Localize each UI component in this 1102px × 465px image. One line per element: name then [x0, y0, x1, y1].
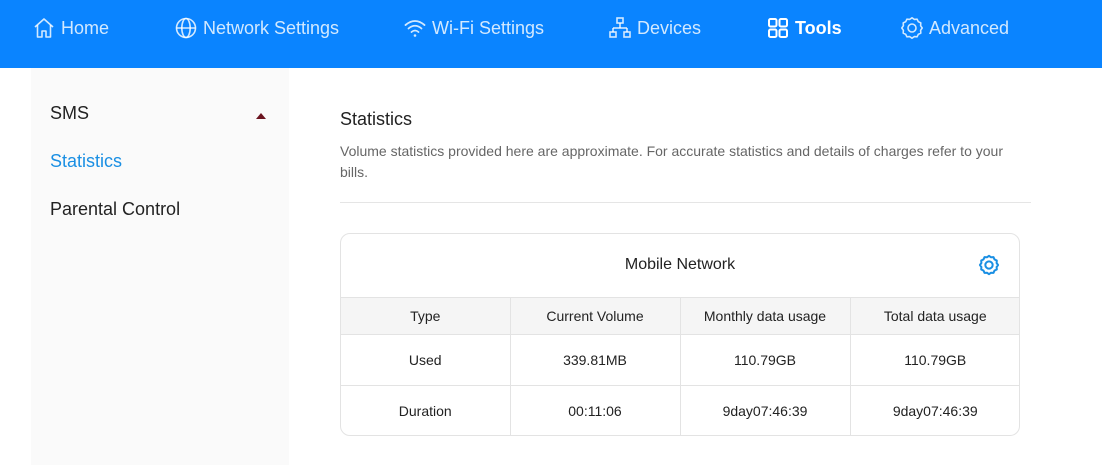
nav-advanced-label: Advanced [929, 17, 1010, 38]
nav-network-settings-label: Network Settings [203, 17, 340, 38]
column-header-type: Type [341, 297, 511, 335]
nav-devices-label: Devices [637, 17, 702, 38]
nav-tools[interactable]: Tools [766, 14, 842, 42]
table-row: Duration 00:11:06 9day07:46:39 9day07:46… [341, 385, 1019, 435]
nav-home[interactable]: Home [32, 14, 109, 42]
tools-icon [768, 18, 788, 38]
page-title: Statistics [340, 109, 413, 129]
sidebar-item-sms[interactable]: SMS [50, 103, 89, 124]
devices-icon [609, 17, 631, 38]
page-description: Volume statistics provided here are appr… [340, 143, 1003, 180]
settings-gear-icon[interactable] [978, 254, 1000, 276]
table-cell: 110.79GB [680, 334, 851, 386]
home-icon [34, 18, 54, 38]
nav-wifi-settings[interactable]: Wi-Fi Settings [403, 14, 544, 42]
table-cell: 00:11:06 [510, 385, 681, 435]
card-title: Mobile Network [624, 256, 736, 273]
column-header-total-usage: Total data usage [883, 308, 987, 324]
table-cell: Used [341, 334, 511, 386]
table-row: Used 339.81MB 110.79GB 110.79GB [341, 334, 1019, 386]
nav-devices[interactable]: Devices [608, 14, 701, 42]
nav-tools-label: Tools [795, 17, 842, 38]
top-navigation-bar: Home Network Settings Wi-Fi Settings Dev… [0, 0, 1102, 68]
mobile-network-card: Mobile Network Type Current Volume Month… [340, 233, 1020, 436]
sidebar: SMS Statistics Parental Control [31, 68, 289, 465]
column-header-monthly-usage: Monthly data usage [680, 297, 851, 335]
table-cell: 339.81MB [510, 334, 681, 386]
caret-up-icon[interactable] [256, 113, 266, 119]
sidebar-item-parental-control[interactable]: Parental Control [50, 199, 180, 220]
wifi-icon [404, 20, 426, 37]
table-cell: 110.79GB [904, 352, 967, 368]
table-header-row: Type Current Volume Monthly data usage T… [341, 297, 1019, 335]
sidebar-item-statistics[interactable]: Statistics [50, 151, 122, 172]
nav-home-label: Home [61, 17, 110, 38]
gear-icon [901, 17, 923, 39]
divider [340, 202, 1031, 203]
nav-wifi-settings-label: Wi-Fi Settings [432, 17, 545, 38]
globe-icon [175, 17, 197, 39]
nav-advanced[interactable]: Advanced [900, 14, 1009, 42]
table-cell: 9day07:46:39 [680, 385, 851, 435]
column-header-current-volume: Current Volume [510, 297, 681, 335]
nav-network-settings[interactable]: Network Settings [174, 14, 339, 42]
table-cell: Duration [341, 385, 511, 435]
table-cell: 9day07:46:39 [892, 402, 978, 419]
statistics-table: Type Current Volume Monthly data usage T… [341, 297, 1019, 435]
